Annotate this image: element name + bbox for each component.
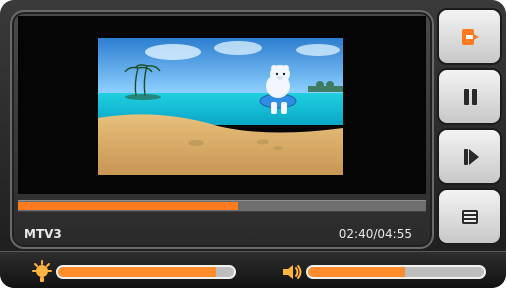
list-menu-icon xyxy=(439,190,500,243)
exit-icon xyxy=(439,10,500,63)
media-player-window: MTV3 02:40/04:55 xyxy=(0,0,506,288)
exit-button[interactable] xyxy=(437,8,502,65)
video-viewport[interactable] xyxy=(18,16,426,194)
brightness-slider-fill xyxy=(58,267,217,277)
volume-icon xyxy=(279,259,305,285)
control-rail xyxy=(437,8,502,248)
step-forward-button[interactable] xyxy=(437,128,502,185)
pause-button[interactable] xyxy=(437,68,502,125)
time-readout: 02:40/04:55 xyxy=(338,227,412,241)
cloud xyxy=(214,41,262,55)
brightness-slider[interactable] xyxy=(56,265,236,279)
island xyxy=(125,94,161,100)
playback-info-row: MTV3 02:40/04:55 xyxy=(18,227,426,243)
playback-progress-fill xyxy=(18,202,239,210)
step-forward-icon xyxy=(439,130,500,183)
bottom-control-bar xyxy=(0,251,506,288)
menu-button[interactable] xyxy=(437,188,502,245)
cloud xyxy=(296,44,340,56)
brightness-icon xyxy=(29,259,55,285)
pause-icon xyxy=(439,70,500,123)
cloud xyxy=(145,44,201,60)
volume-slider-fill xyxy=(308,267,405,277)
volume-slider[interactable] xyxy=(306,265,486,279)
channel-label: MTV3 xyxy=(24,227,62,241)
playback-progress-bar[interactable] xyxy=(18,200,426,212)
video-frame xyxy=(98,38,343,175)
